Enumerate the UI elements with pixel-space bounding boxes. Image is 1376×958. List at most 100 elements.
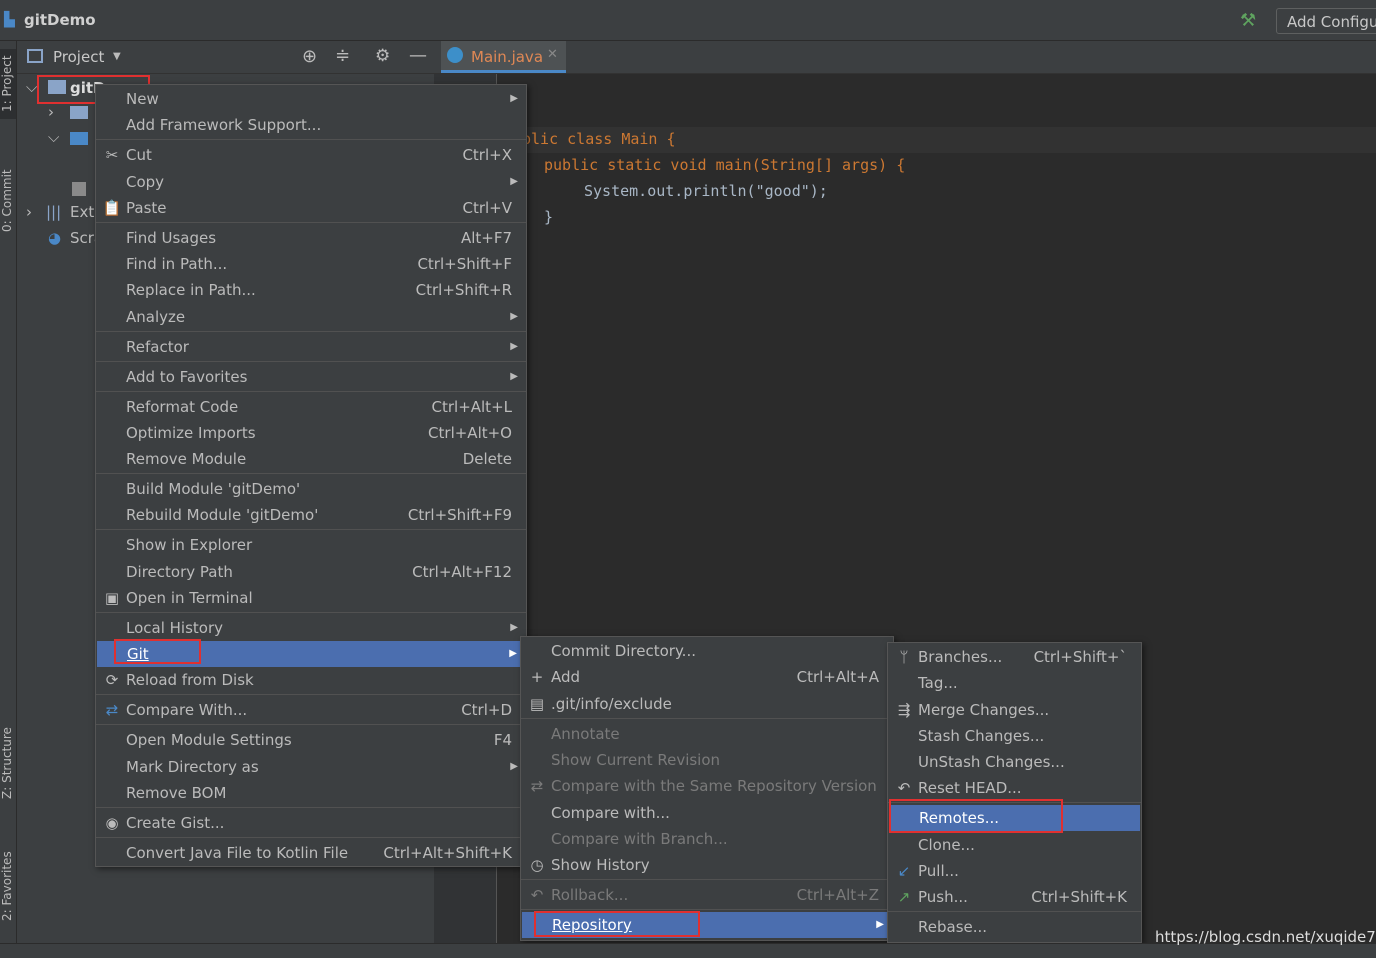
menu-separator xyxy=(96,473,526,474)
tab-favorites[interactable]: 2: Favorites xyxy=(0,836,16,936)
menu-item-unstash-changes[interactable]: UnStash Changes... xyxy=(888,749,1141,775)
menu-item-label: Show Current Revision xyxy=(551,751,721,769)
menu-item-optimize-imports[interactable]: Optimize Imports Ctrl+Alt+O xyxy=(96,420,526,446)
menu-item-refactor[interactable]: Refactor ▶ xyxy=(96,334,526,360)
menu-item-reload-from-disk[interactable]: ⟳ Reload from Disk xyxy=(96,667,526,693)
menu-item-convert-java-file-to-kotlin-file[interactable]: Convert Java File to Kotlin File Ctrl+Alt… xyxy=(96,840,526,866)
submenu-arrow-icon: ▶ xyxy=(510,341,518,352)
file-icon xyxy=(72,182,86,196)
menu-item-rebase[interactable]: Rebase... xyxy=(888,914,1141,940)
menu-item-label: Rebuild Module 'gitDemo' xyxy=(126,506,319,524)
menu-item-merge-changes[interactable]: ⇶ Merge Changes... xyxy=(888,697,1141,723)
menu-item-label: Branches... xyxy=(918,648,1003,666)
menu-item-directory-path[interactable]: Directory Path Ctrl+Alt+F12 xyxy=(96,559,526,585)
menu-item-label: Open Module Settings xyxy=(126,731,292,749)
menu-item-label: Directory Path xyxy=(126,563,233,581)
menu-item-rebuild-module-gitdemo[interactable]: Rebuild Module 'gitDemo' Ctrl+Shift+F9 xyxy=(96,502,526,528)
menu-item-stash-changes[interactable]: Stash Changes... xyxy=(888,723,1141,749)
menu-separator xyxy=(521,879,893,880)
collapse-all-icon[interactable]: ≑ xyxy=(335,45,350,66)
menu-item-reset-head[interactable]: ↶ Reset HEAD... xyxy=(888,775,1141,801)
menu-item-show-history[interactable]: ◷ Show History xyxy=(521,852,893,878)
menu-item-mark-directory-as[interactable]: Mark Directory as ▶ xyxy=(96,754,526,780)
chevron-down-icon[interactable]: ▼ xyxy=(113,51,121,62)
menu-item-annotate: Annotate xyxy=(521,721,893,747)
menu-item-label: Add xyxy=(551,668,581,686)
menu-item-reformat-code[interactable]: Reformat Code Ctrl+Alt+L xyxy=(96,394,526,420)
tab-project[interactable]: 1: Project xyxy=(0,49,16,119)
left-tool-strip: 1: Project 0: Commit Z: Structure 2: Fav… xyxy=(0,41,17,943)
menu-item-label: Build Module 'gitDemo' xyxy=(126,480,301,498)
menu-item-replace-in-path[interactable]: Replace in Path... Ctrl+Shift+R xyxy=(96,277,526,303)
build-hammer-icon[interactable]: ⚒ xyxy=(1240,10,1256,31)
menu-item-shortcut: Ctrl+Alt+O xyxy=(428,424,512,442)
minimize-icon[interactable]: — xyxy=(409,45,427,66)
menu-item-rollback: ↶ Rollback... Ctrl+Alt+Z xyxy=(521,882,893,908)
menu-item-remove-module[interactable]: Remove Module Delete xyxy=(96,446,526,472)
menu-item-label: Rebase... xyxy=(918,918,988,936)
menu-item-find-in-path[interactable]: Find in Path... Ctrl+Shift+F xyxy=(96,251,526,277)
menu-item-compare-with[interactable]: ⇄ Compare With... Ctrl+D xyxy=(96,697,526,723)
menu-item-branches[interactable]: ᛘ Branches... Ctrl+Shift+` xyxy=(888,644,1141,670)
menu-item-clone[interactable]: Clone... xyxy=(888,832,1141,858)
menu-item-shortcut: Ctrl+Alt+F12 xyxy=(412,563,512,581)
menu-item-label: Refactor xyxy=(126,338,189,356)
menu-item-add-framework-support[interactable]: Add Framework Support... xyxy=(96,112,526,138)
menu-separator xyxy=(521,909,893,910)
menu-item-add-to-favorites[interactable]: Add to Favorites ▶ xyxy=(96,364,526,390)
locate-icon[interactable]: ⊕ xyxy=(302,46,317,67)
menu-item-analyze[interactable]: Analyze ▶ xyxy=(96,304,526,330)
expand-arrow-icon[interactable]: ⌵ xyxy=(26,78,37,96)
menu-item-cut[interactable]: ✂ Cut Ctrl+X xyxy=(96,142,526,168)
close-icon[interactable]: ✕ xyxy=(547,47,558,62)
menu-item-build-module-gitdemo[interactable]: Build Module 'gitDemo' xyxy=(96,476,526,502)
tab-structure[interactable]: Z: Structure xyxy=(0,711,16,816)
menu-item-label: Remove BOM xyxy=(126,784,227,802)
project-view-title[interactable]: Project xyxy=(53,48,104,66)
tab-main-java[interactable]: Main.java ✕ xyxy=(441,41,566,73)
submenu-arrow-icon: ▶ xyxy=(509,648,517,659)
menu-item-open-in-terminal[interactable]: ▣ Open in Terminal xyxy=(96,585,526,611)
menu-separator xyxy=(96,222,526,223)
menu-item-label: Compare with... xyxy=(551,804,670,822)
collapse-arrow-icon[interactable]: ⌵ xyxy=(48,128,59,146)
context-menu: New ▶ Add Framework Support... ✂ Cut Ctrl+X Co… xyxy=(95,84,527,867)
menu-item-pull[interactable]: ↙ Pull... xyxy=(888,858,1141,884)
menu-item-label: Clone... xyxy=(918,836,975,854)
menu-item-paste[interactable]: 📋 Paste Ctrl+V xyxy=(96,195,526,221)
java-class-icon xyxy=(447,47,463,63)
expand-arrow-icon[interactable]: › xyxy=(48,103,54,121)
tab-commit[interactable]: 0: Commit xyxy=(0,156,16,246)
menu-item-commit-directory[interactable]: Commit Directory... xyxy=(521,638,893,664)
tab-label: Main.java xyxy=(471,48,544,66)
menu-separator xyxy=(96,139,526,140)
menu-item-open-module-settings[interactable]: Open Module Settings F4 xyxy=(96,727,526,753)
menu-item-label: Add to Favorites xyxy=(126,368,248,386)
highlight-box-git xyxy=(114,639,201,664)
clock-icon: ◷ xyxy=(530,856,544,874)
menu-item-compare-with[interactable]: Compare with... xyxy=(521,800,893,826)
menu-item-tag[interactable]: Tag... xyxy=(888,670,1141,696)
menu-item-local-history[interactable]: Local History ▶ xyxy=(96,615,526,641)
menu-item-label: Analyze xyxy=(126,308,186,326)
gear-icon[interactable]: ⚙ xyxy=(375,46,390,66)
menu-item-label: Cut xyxy=(126,146,152,164)
expand-arrow-icon[interactable]: › xyxy=(26,203,32,221)
menu-item-label: New xyxy=(126,90,159,108)
code-text: System.out.println("good"); xyxy=(584,182,828,200)
highlight-box-remotes xyxy=(889,799,1063,833)
menu-item-label: Reset HEAD... xyxy=(918,779,1022,797)
menu-item-new[interactable]: New ▶ xyxy=(96,86,526,112)
menu-item-create-gist[interactable]: ◉ Create Gist... xyxy=(96,810,526,836)
folder-icon xyxy=(70,106,88,119)
menu-item-shortcut: Alt+F7 xyxy=(460,229,512,247)
scratches-icon: ◕ xyxy=(48,229,62,247)
menu-item-copy[interactable]: Copy ▶ xyxy=(96,169,526,195)
menu-item-find-usages[interactable]: Find Usages Alt+F7 xyxy=(96,225,526,251)
menu-item-push[interactable]: ↗ Push... Ctrl+Shift+K xyxy=(888,884,1141,910)
menu-item-remove-bom[interactable]: Remove BOM xyxy=(96,780,526,806)
menu-item-add[interactable]: + Add Ctrl+Alt+A xyxy=(521,664,893,690)
add-configuration-button[interactable]: Add Configu xyxy=(1276,8,1376,34)
menu-item-show-in-explorer[interactable]: Show in Explorer xyxy=(96,532,526,558)
menu-item-git-info-exclude[interactable]: ▤ .git/info/exclude xyxy=(521,691,893,717)
